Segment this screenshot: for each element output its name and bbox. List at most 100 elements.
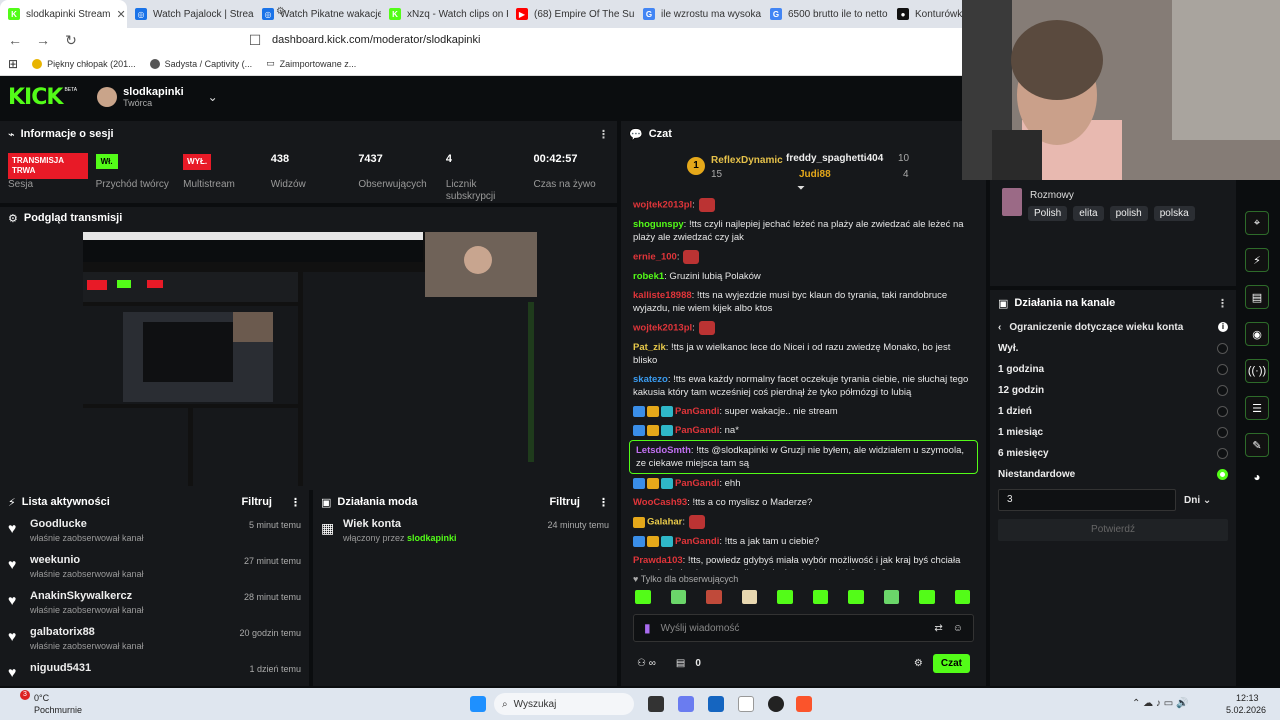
browser-tab[interactable]: ◎ Watch Pikatne wakacje | St [254, 0, 381, 28]
broadcast-icon[interactable]: ((·)) [1245, 359, 1269, 383]
radio-button[interactable] [1217, 469, 1228, 480]
chevron-down-icon[interactable]: ⏷ [797, 183, 805, 194]
tag[interactable]: polish [1109, 206, 1148, 221]
unit-select[interactable]: Dni ⌄ [1184, 495, 1211, 506]
chat-username[interactable]: wojtek2013pl [633, 323, 692, 334]
store-icon[interactable] [708, 696, 724, 712]
weather-text[interactable]: Pochmurnie [34, 705, 82, 715]
age-option[interactable]: 12 godzin [990, 380, 1236, 401]
send-chat-button[interactable]: Czat [932, 654, 970, 673]
emote[interactable] [812, 590, 828, 604]
gift-icon[interactable]: ▤ [676, 658, 685, 669]
filter-button[interactable]: Filtruj [549, 496, 580, 508]
bookmark-icon[interactable]: ☐ [248, 32, 262, 49]
weather-temp[interactable]: 0°C [34, 693, 49, 703]
windows-start-icon[interactable] [470, 696, 486, 712]
radio-button[interactable] [1217, 385, 1228, 396]
chat-username[interactable]: ernie_100 [633, 252, 677, 263]
bookmark-2[interactable]: Sadysta / Captivity (... [149, 58, 252, 69]
layout-icon[interactable]: ☰ [1245, 396, 1269, 420]
brave-icon[interactable] [796, 696, 812, 712]
forward-icon[interactable]: → [36, 32, 50, 48]
browser-tab[interactable]: G 6500 brutto ile to netto - [762, 0, 889, 28]
emote[interactable] [883, 590, 899, 604]
age-option[interactable]: 1 dzień [990, 401, 1236, 422]
age-option[interactable]: 6 miesięcy [990, 443, 1236, 464]
translate-icon[interactable]: ⇄ [934, 623, 942, 634]
wrench-icon[interactable]: ✎ [1245, 433, 1269, 457]
bolt-icon[interactable]: ⚡ [1245, 248, 1269, 272]
bookmark-1[interactable]: Piękny chłopak (201... [32, 58, 136, 69]
age-option[interactable]: 1 miesiąc [990, 422, 1236, 443]
chat-username[interactable]: robek1 [633, 271, 664, 282]
chat-username[interactable]: Galahar [647, 517, 682, 528]
tray-icons[interactable]: ⌃ ☁ ♪ ▭ 🔊 [1132, 698, 1188, 709]
explorer-icon[interactable] [738, 696, 754, 712]
document-icon[interactable]: ▤ [1245, 285, 1269, 309]
chat-username[interactable]: shogunspy [633, 219, 684, 230]
age-option[interactable]: Wył. [990, 338, 1236, 359]
chat-username[interactable]: kalliste18988 [633, 290, 692, 301]
taskbar-search[interactable]: ⌕ Wyszukaj [494, 693, 634, 715]
filter-button[interactable]: Filtruj [241, 496, 272, 508]
emote[interactable] [670, 590, 686, 604]
chat-username[interactable]: PanGandi [675, 425, 719, 436]
avatar[interactable] [97, 87, 118, 107]
apps-icon[interactable]: ⊞ [8, 57, 18, 71]
url-field[interactable]: dashboard.kick.com/moderator/slodkapinki [272, 34, 481, 46]
info-icon[interactable]: i [1218, 322, 1228, 332]
obs-icon[interactable] [768, 696, 784, 712]
list-item[interactable]: ♥ weekunio właśnie zaobserwował kanał 27 mi… [0, 550, 309, 586]
chat-username[interactable]: WooCash93 [633, 497, 687, 508]
emote[interactable] [954, 590, 970, 604]
emote[interactable] [635, 590, 651, 604]
back-icon[interactable]: ← [8, 32, 22, 48]
browser-tab[interactable]: Kslodkapinki Stream ✕ [0, 0, 127, 28]
chat-username[interactable]: PanGandi [675, 536, 719, 547]
list-item[interactable]: ♥ AnakinSkywalkercz właśnie zaobserwował k… [0, 586, 309, 622]
chat-input-box[interactable]: ▮ Wyślij wiadomość ⇄ ☺ [633, 614, 974, 642]
top-gifter-name[interactable]: ReflexDynamic [711, 155, 783, 166]
radio-button[interactable] [1217, 448, 1228, 459]
chevron-down-icon[interactable]: ⌄ [208, 90, 218, 104]
browser-tab[interactable]: KxNzq - Watch clips on Kick [381, 0, 508, 28]
chat-username[interactable]: Pat_zik [633, 342, 666, 353]
more-icon[interactable]: ⋮ [290, 496, 301, 509]
chat-input[interactable]: Wyślij wiadomość [661, 623, 740, 634]
site-info-icon[interactable]: ⚙ [276, 6, 285, 17]
radio-button[interactable] [1217, 427, 1228, 438]
more-icon[interactable]: ⋮ [598, 128, 609, 141]
emote[interactable] [919, 590, 935, 604]
confirm-button[interactable]: Potwierdź [998, 519, 1228, 541]
list-item[interactable]: ♥ galbatorix88 właśnie zaobserwował kanał 2… [0, 622, 309, 658]
microphone-icon[interactable]: ▮ [644, 621, 651, 635]
emote[interactable] [777, 590, 793, 604]
task-view-icon[interactable] [648, 696, 664, 712]
chat-username[interactable]: wojtek2013pl [633, 200, 692, 211]
top-gifter-name[interactable]: Judi88 [799, 169, 831, 180]
custom-duration-input[interactable]: 3 [998, 489, 1176, 511]
chat-username[interactable]: Prawda103 [633, 555, 683, 566]
chat-icon[interactable]: ◉ [1245, 322, 1269, 346]
emote[interactable] [848, 590, 864, 604]
scan-icon[interactable]: ⌖ [1245, 211, 1269, 235]
chat-username[interactable]: skatezo [633, 374, 668, 385]
browser-tab[interactable]: ◎ Watch Pajalock | Streamal [127, 0, 254, 28]
radio-button[interactable] [1217, 343, 1228, 354]
close-icon[interactable]: ✕ [116, 8, 125, 21]
stream-preview[interactable] [83, 232, 537, 486]
users-icon[interactable]: ⚇ ∞ [637, 658, 656, 669]
emote[interactable] [741, 590, 757, 604]
radio-button[interactable] [1217, 406, 1228, 417]
gear-icon[interactable]: ⚙ [914, 658, 923, 669]
palette-icon[interactable]: ◕ [1245, 470, 1269, 484]
age-option[interactable]: 1 godzina [990, 359, 1236, 380]
reload-icon[interactable]: ↻ [64, 32, 78, 49]
browser-tab[interactable]: Gile wzrostu ma wysoka dz [635, 0, 762, 28]
more-icon[interactable]: ⋮ [1217, 297, 1228, 310]
tag[interactable]: elita [1073, 206, 1104, 221]
chat-username[interactable]: PanGandi [675, 478, 719, 489]
chat-username[interactable]: PanGandi [675, 406, 719, 417]
tag[interactable]: Polish [1028, 206, 1068, 221]
chat-username[interactable]: LetsdoSmth [636, 445, 691, 456]
